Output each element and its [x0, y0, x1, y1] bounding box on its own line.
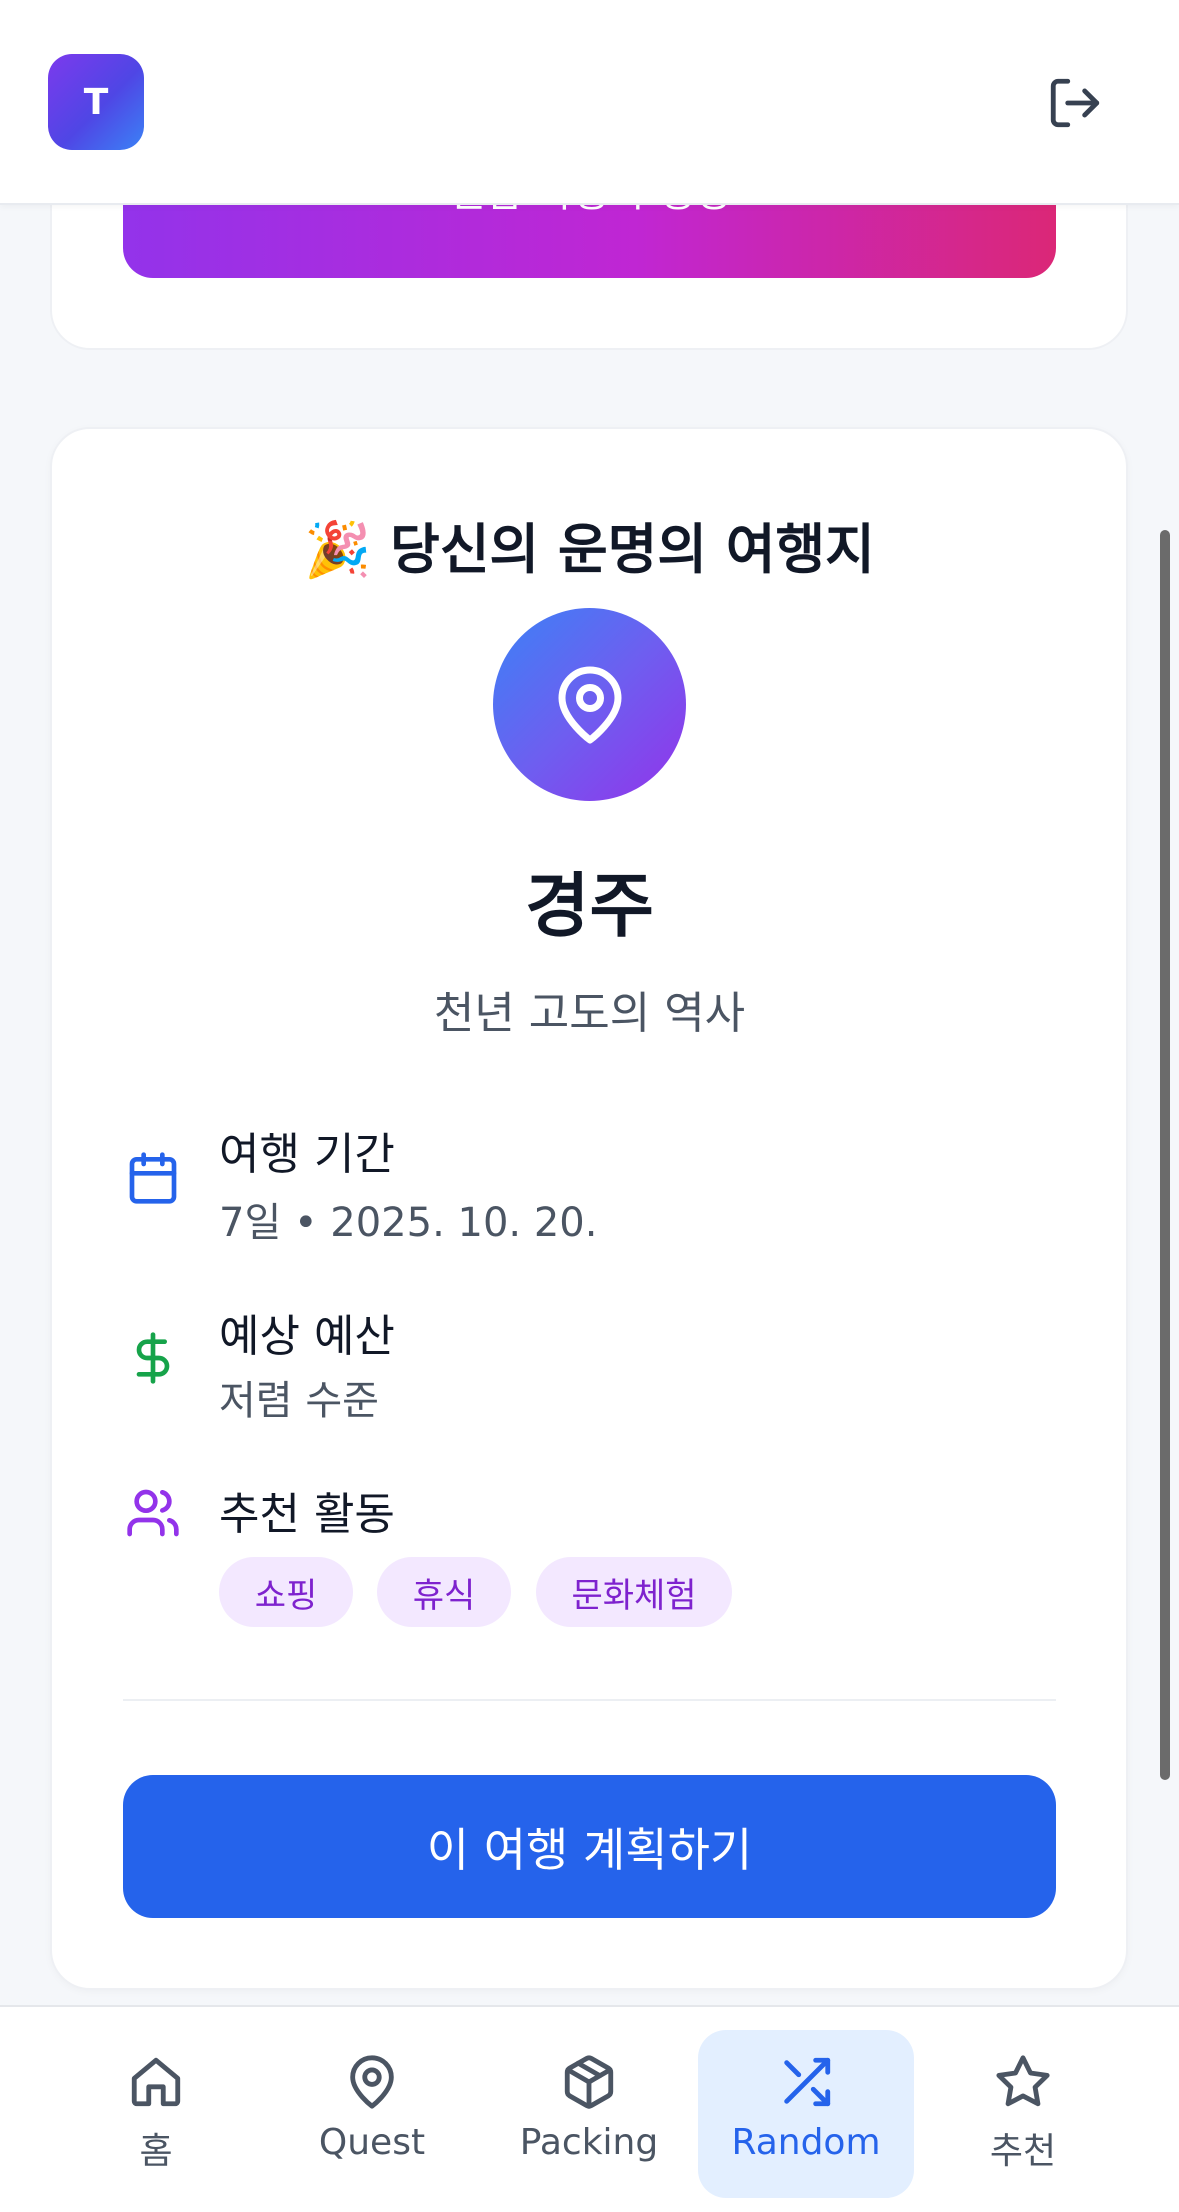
result-title: 🎉 당신의 운명의 여행지 [304, 518, 875, 581]
budget-label: 예상 예산 [219, 1311, 395, 1362]
plan-trip-button[interactable]: 이 여행 계획하기 [123, 1775, 1056, 1918]
nav-label: Quest [318, 2122, 426, 2163]
nav-item-packing[interactable]: Packing [481, 2030, 697, 2198]
dollar-icon [136, 1332, 170, 1384]
app-screen: 랜덤 여행지 생성 T 🎉 당신의 운명의 여행지 경주 천년 고도의 역사 여… [0, 0, 1179, 2212]
activities-label: 추천 활동 [219, 1489, 395, 1540]
duration-value: 7일 • 2025. 10. 20. [219, 1200, 598, 1246]
destination-name: 경주 [525, 865, 654, 947]
activity-tag: 문화체험 [536, 1557, 732, 1627]
home-icon [131, 2057, 181, 2107]
activity-tag: 쇼핑 [219, 1557, 353, 1627]
nav-label: Packing [519, 2122, 659, 2163]
logout-icon [1050, 78, 1100, 128]
calendar-icon [129, 1152, 177, 1204]
star-icon [996, 2055, 1050, 2107]
avatar[interactable]: T [48, 54, 144, 150]
top-header: T [0, 0, 1179, 205]
nav-item-random[interactable]: Random [698, 2030, 914, 2198]
users-icon [127, 1489, 179, 1537]
nav-item-home[interactable]: 홈 [48, 2030, 264, 2198]
divider [123, 1699, 1056, 1701]
nav-label: Random [731, 2122, 881, 2163]
activity-tag: 휴식 [377, 1557, 511, 1627]
nav-label: 홈 [139, 2131, 173, 2172]
duration-label: 여행 기간 [219, 1129, 395, 1180]
budget-value: 저렴 수준 [219, 1378, 379, 1424]
destination-pin-badge [493, 608, 686, 801]
shuffle-icon [784, 2057, 831, 2107]
nav-item-quest[interactable]: Quest [264, 2030, 480, 2198]
package-icon [564, 2055, 614, 2109]
logout-button[interactable] [1040, 68, 1110, 138]
map-pin-icon [350, 2055, 394, 2109]
nav-label: 추천 [989, 2131, 1057, 2172]
scrollbar[interactable] [1160, 530, 1170, 1780]
destination-description: 천년 고도의 역사 [433, 988, 746, 1039]
map-pin-icon [558, 666, 621, 743]
nav-item-recommend[interactable]: 추천 [915, 2030, 1131, 2198]
